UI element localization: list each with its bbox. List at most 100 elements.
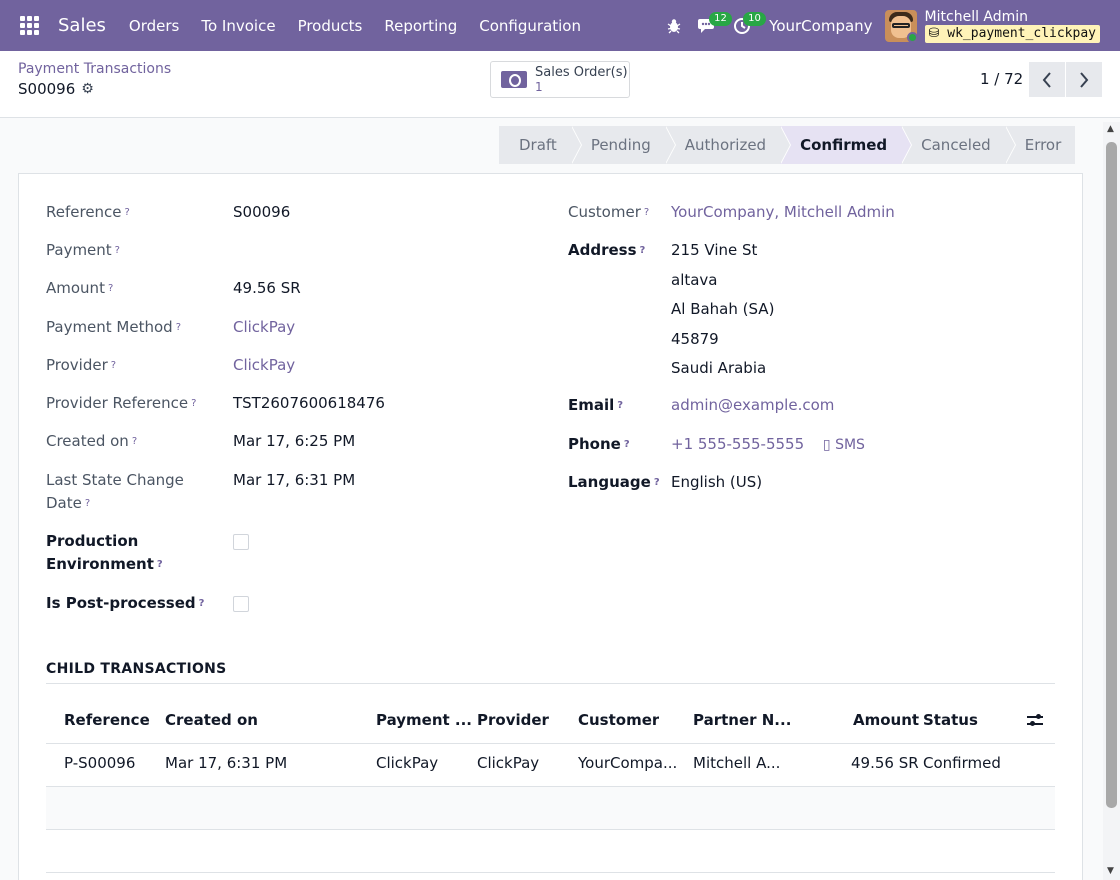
production-environment-checkbox[interactable] (233, 534, 249, 550)
help-icon[interactable]: ? (157, 559, 163, 570)
address-zip: 45879 (671, 329, 719, 348)
phone-link[interactable]: +1 555-555-5555 (671, 435, 804, 453)
menu-orders[interactable]: Orders (118, 0, 190, 51)
status-bar: Draft Pending Authorized Confirmed Cance… (499, 126, 1076, 164)
activities-button[interactable]: 10 (725, 0, 766, 51)
email-link[interactable]: admin@example.com (671, 394, 834, 417)
empty-table-row (46, 830, 1055, 873)
address-label: Address? (568, 241, 646, 259)
chevron-left-icon (1042, 71, 1051, 88)
help-icon[interactable]: ? (85, 498, 90, 509)
column-status[interactable]: Status (923, 711, 978, 729)
row-payment-method: ClickPay (376, 754, 439, 772)
company-switcher[interactable]: YourCompany (769, 17, 872, 35)
address-city: Al Bahah (SA) (671, 300, 775, 318)
stage-draft[interactable]: Draft (499, 126, 582, 164)
scroll-up-arrow-icon[interactable]: ▲ (1107, 124, 1114, 134)
pager-next-button[interactable] (1066, 62, 1102, 97)
language-value: English (US) (671, 473, 763, 491)
scroll-down-arrow-icon[interactable]: ▼ (1107, 866, 1114, 876)
top-navbar: Sales Orders To Invoice Products Reporti… (0, 0, 1120, 51)
column-customer[interactable]: Customer (578, 711, 659, 729)
pager-previous-button[interactable] (1029, 62, 1065, 97)
provider-link[interactable]: ClickPay (233, 354, 295, 377)
help-icon[interactable]: ? (191, 398, 196, 409)
column-provider[interactable]: Provider (477, 711, 549, 729)
table-row[interactable]: P-S00096 Mar 17, 6:31 PM ClickPay ClickP… (46, 744, 1055, 787)
pager-value[interactable]: 1 / 72 (980, 70, 1023, 88)
optional-columns-sliders-icon[interactable] (1027, 713, 1043, 727)
money-icon (501, 71, 527, 88)
row-customer: YourCompa... (578, 754, 678, 772)
record-name: S00096 (18, 80, 76, 98)
amount-value: 49.56 SR (233, 279, 301, 297)
activities-count-badge: 10 (743, 12, 766, 26)
help-icon[interactable]: ? (640, 245, 646, 256)
provider-label: Provider? (46, 356, 117, 374)
sales-orders-smart-button[interactable]: Sales Order(s) 1 (490, 61, 630, 98)
breadcrumb-payment-transactions[interactable]: Payment Transactions (18, 61, 171, 77)
menu-products[interactable]: Products (287, 0, 374, 51)
stage-pending[interactable]: Pending (570, 126, 676, 164)
sms-button[interactable]: ▯ SMS (823, 437, 865, 453)
form-sheet: Reference? S00096 Payment? Amount? 49.56… (18, 173, 1083, 880)
child-transactions-title: CHILD TRANSACTIONS (46, 661, 227, 677)
post-processed-label: Is Post-processed? (46, 594, 205, 612)
row-provider: ClickPay (477, 754, 540, 772)
customer-link[interactable]: YourCompany, Mitchell Admin (671, 201, 895, 224)
user-avatar[interactable] (884, 9, 917, 42)
row-partner-name: Mitchell A... (693, 754, 781, 772)
stage-canceled[interactable]: Canceled (901, 126, 1016, 164)
help-icon[interactable]: ? (125, 207, 130, 218)
column-reference[interactable]: Reference (64, 711, 150, 729)
phone-label: Phone? (568, 435, 630, 453)
provider-reference-label: Provider Reference? (46, 394, 197, 412)
payment-method-link[interactable]: ClickPay (233, 316, 295, 339)
row-created-on: Mar 17, 6:31 PM (165, 754, 288, 772)
help-icon[interactable]: ? (624, 439, 630, 450)
apps-grid-icon (19, 16, 39, 35)
help-icon[interactable]: ? (644, 207, 649, 218)
phone-field: +1 555-555-5555 ▯ SMS (671, 433, 865, 457)
smart-button-label: Sales Order(s) (535, 64, 628, 80)
menu-reporting[interactable]: Reporting (373, 0, 468, 51)
payment-label: Payment? (46, 241, 120, 259)
menu-to-invoice[interactable]: To Invoice (190, 0, 286, 51)
scrollbar[interactable]: ▲ ▼ (1103, 122, 1120, 880)
help-icon[interactable]: ? (132, 436, 137, 447)
help-icon[interactable]: ? (108, 283, 113, 294)
database-name: ⛁ wk_payment_clickpay (924, 24, 1100, 43)
menu-configuration[interactable]: Configuration (468, 0, 592, 51)
help-icon[interactable]: ? (199, 598, 205, 609)
help-icon[interactable]: ? (176, 322, 181, 333)
chevron-right-icon (1080, 71, 1089, 88)
column-payment[interactable]: Payment ... (376, 711, 472, 729)
online-status-icon (906, 31, 917, 42)
post-processed-checkbox[interactable] (233, 596, 249, 612)
address-street: 215 Vine St (671, 241, 758, 259)
column-amount[interactable]: Amount (853, 711, 919, 729)
scroll-thumb[interactable] (1106, 142, 1117, 808)
stage-confirmed[interactable]: Confirmed (780, 126, 913, 164)
customer-label: Customer? (568, 203, 650, 221)
help-icon[interactable]: ? (617, 400, 623, 411)
production-environment-label: Production Environment? (46, 532, 163, 573)
user-name: Mitchell Admin (924, 8, 1029, 25)
debug-button[interactable] (657, 0, 691, 51)
mobile-icon: ▯ (822, 437, 831, 453)
apps-menu-button[interactable] (0, 0, 58, 51)
row-status: Confirmed (923, 754, 1001, 772)
address-country: Saudi Arabia (671, 359, 767, 377)
help-icon[interactable]: ? (654, 477, 660, 488)
gear-icon[interactable]: ⚙ (81, 81, 94, 97)
column-partner-name[interactable]: Partner N... (693, 711, 791, 729)
app-name[interactable]: Sales (58, 15, 106, 36)
user-menu[interactable]: Mitchell Admin ⛁ wk_payment_clickpay (924, 8, 1100, 43)
column-created-on[interactable]: Created on (165, 711, 258, 729)
child-transactions-table: Reference Created on Payment ... Provide… (46, 700, 1055, 873)
help-icon[interactable]: ? (111, 360, 116, 371)
help-icon[interactable]: ? (115, 245, 120, 256)
row-amount: 49.56 SR (851, 754, 919, 772)
stage-authorized[interactable]: Authorized (664, 126, 792, 164)
messaging-button[interactable]: 12 (691, 0, 732, 51)
